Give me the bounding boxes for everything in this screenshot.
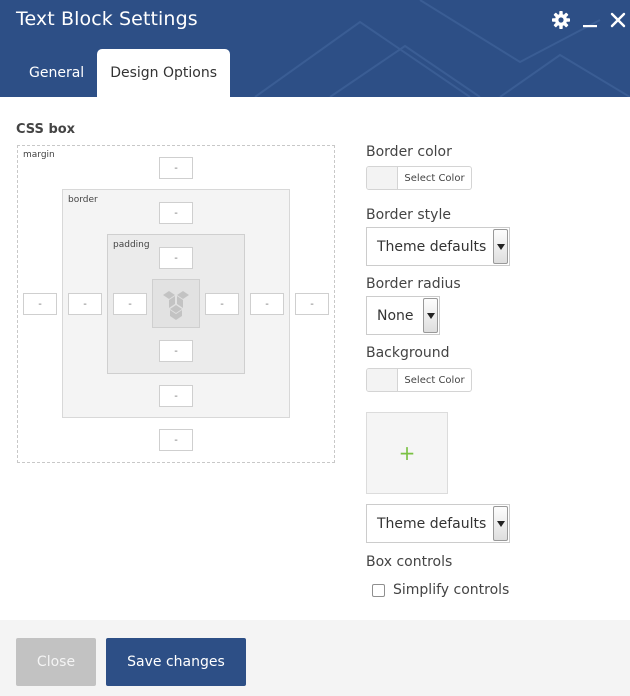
close-icon[interactable] (608, 10, 628, 30)
padding-label: padding (113, 240, 150, 250)
border-radius-value: None (377, 307, 414, 324)
css-box-title: CSS box (16, 122, 76, 137)
padding-top-input[interactable]: - (159, 247, 193, 269)
border-radius-select[interactable]: None (366, 296, 440, 335)
border-style-label: Border style (366, 207, 451, 223)
background-color-picker[interactable]: Select Color (366, 368, 472, 392)
margin-top-input[interactable]: - (159, 157, 193, 179)
padding-left-input[interactable]: - (113, 293, 147, 315)
padding-bottom-input[interactable]: - (159, 340, 193, 362)
tab-bar: General Design Options (16, 49, 230, 97)
border-left-input[interactable]: - (68, 293, 102, 315)
vc-logo-icon (163, 290, 189, 320)
minimize-icon[interactable] (580, 10, 600, 30)
background-image-add-button[interactable]: + (366, 412, 448, 494)
border-color-picker[interactable]: Select Color (366, 166, 472, 190)
border-label: border (68, 195, 98, 205)
margin-right-input[interactable]: - (295, 293, 329, 315)
border-radius-label: Border radius (366, 276, 461, 292)
chevron-down-icon (493, 229, 508, 264)
background-style-value: Theme defaults (377, 515, 487, 532)
chevron-down-icon (493, 506, 508, 541)
tab-design-options[interactable]: Design Options (97, 49, 230, 97)
content-box (152, 279, 200, 328)
background-color-swatch (367, 369, 398, 391)
tab-general[interactable]: General (16, 49, 97, 97)
border-top-input[interactable]: - (159, 202, 193, 224)
box-controls-label: Box controls (366, 554, 453, 570)
margin-label: margin (23, 150, 55, 160)
chevron-down-icon (423, 298, 438, 333)
border-style-value: Theme defaults (377, 238, 487, 255)
border-color-swatch (367, 167, 398, 189)
close-button[interactable]: Close (16, 638, 96, 686)
margin-bottom-input[interactable]: - (159, 429, 193, 451)
save-changes-button[interactable]: Save changes (106, 638, 246, 686)
border-style-select[interactable]: Theme defaults (366, 227, 510, 266)
simplify-controls-checkbox[interactable] (372, 583, 385, 597)
simplify-controls-option[interactable]: Simplify controls (372, 582, 509, 598)
border-color-button-label: Select Color (404, 172, 465, 184)
modal-title: Text Block Settings (16, 8, 198, 30)
modal-footer: Close Save changes (0, 620, 630, 696)
modal-header: Text Block Settings General Design Optio… (0, 0, 630, 97)
gear-icon[interactable] (551, 10, 571, 30)
padding-right-input[interactable]: - (205, 293, 239, 315)
border-color-label: Border color (366, 144, 452, 160)
simplify-controls-label: Simplify controls (393, 582, 510, 598)
margin-left-input[interactable]: - (23, 293, 57, 315)
plus-icon: + (398, 441, 416, 465)
border-right-input[interactable]: - (250, 293, 284, 315)
background-color-button-label: Select Color (404, 374, 465, 386)
border-bottom-input[interactable]: - (159, 385, 193, 407)
background-label: Background (366, 345, 450, 361)
background-style-select[interactable]: Theme defaults (366, 504, 510, 543)
